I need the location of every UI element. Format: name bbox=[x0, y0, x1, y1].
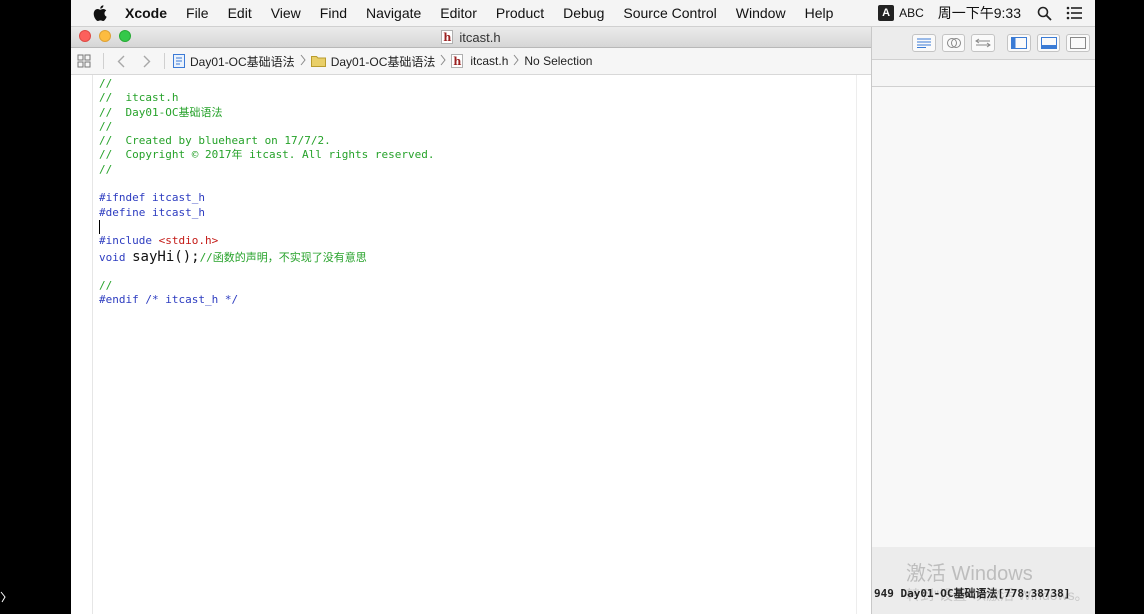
apple-icon[interactable] bbox=[91, 4, 109, 22]
menu-editor[interactable]: Editor bbox=[440, 5, 477, 21]
source-editor[interactable]: // // itcast.h // Day01-OC基础语法 // // Cre… bbox=[71, 75, 871, 614]
menu-source-control[interactable]: Source Control bbox=[623, 5, 716, 21]
related-items-icon[interactable] bbox=[77, 54, 91, 68]
jump-bar-divider bbox=[164, 53, 165, 69]
navigator-toggle-icon[interactable] bbox=[1007, 34, 1031, 52]
breadcrumb-group[interactable]: Day01-OC基础语法 bbox=[331, 53, 436, 70]
header-file-icon: h bbox=[451, 54, 464, 68]
code-line: #define itcast_h bbox=[99, 205, 205, 219]
menu-product[interactable]: Product bbox=[496, 5, 544, 21]
console-status-text: 949 Day01-OC基础语法[778:38738] bbox=[874, 587, 1071, 600]
utilities-toggle-icon[interactable] bbox=[1066, 34, 1091, 52]
code-line: // Day01-OC基础语法 bbox=[99, 105, 223, 119]
xcode-editor-window: h itcast.h Day01-OC基础语法 Day01-OC基础语法 h i… bbox=[71, 27, 871, 614]
include-header: <stdio.h> bbox=[158, 234, 219, 248]
breadcrumb-project[interactable]: Day01-OC基础语法 bbox=[190, 53, 295, 70]
menu-navigate[interactable]: Navigate bbox=[366, 5, 421, 21]
input-method-label[interactable]: ABC bbox=[899, 6, 924, 20]
function-declaration: sayHi(); bbox=[132, 248, 200, 265]
inline-comment: //函数的声明，不实现了没有意思 bbox=[199, 250, 367, 264]
menu-edit[interactable]: Edit bbox=[228, 5, 252, 21]
desktop: Xcode File Edit View Find Navigate Edito… bbox=[71, 0, 1095, 614]
menu-file[interactable]: File bbox=[186, 5, 209, 21]
code-line: void sayHi();//函数的声明，不实现了没有意思 bbox=[99, 249, 871, 265]
minimize-button[interactable] bbox=[99, 30, 111, 42]
close-button[interactable] bbox=[79, 30, 91, 42]
menu-window[interactable]: Window bbox=[736, 5, 786, 21]
menu-view[interactable]: View bbox=[271, 5, 301, 21]
code-line: // bbox=[99, 119, 113, 133]
resize-mark-icon bbox=[0, 591, 6, 603]
code-line: // bbox=[99, 162, 113, 176]
inspector-panel: 激活 Windows 转到"设置"以激活 Windows。 949 Day01-… bbox=[871, 27, 1095, 614]
menu-clock[interactable]: 周一下午9:33 bbox=[938, 3, 1021, 23]
notification-center-icon[interactable] bbox=[1065, 4, 1083, 22]
code-line: #include <stdio.h> bbox=[99, 234, 871, 248]
back-chevron-icon[interactable] bbox=[116, 54, 126, 68]
assistant-editor-icon[interactable] bbox=[941, 34, 966, 52]
standard-editor-icon[interactable] bbox=[912, 34, 936, 52]
code-line: // itcast.h bbox=[99, 91, 179, 105]
window-titlebar: h itcast.h bbox=[71, 27, 871, 48]
spotlight-search-icon[interactable] bbox=[1035, 4, 1053, 22]
breadcrumb-selection[interactable]: No Selection bbox=[524, 54, 592, 68]
code-line: #endif /* itcast_h */ bbox=[99, 293, 239, 307]
debug-area-toggle-icon[interactable] bbox=[1036, 34, 1061, 52]
code-line: // Created by blueheart on 17/7/2. bbox=[99, 134, 331, 148]
menu-help[interactable]: Help bbox=[805, 5, 834, 21]
breadcrumb-chevron-icon bbox=[513, 54, 520, 69]
menu-extras: A ABC 周一下午9:33 bbox=[878, 0, 1095, 26]
window-title: itcast.h bbox=[459, 29, 501, 45]
void-keyword: void bbox=[99, 250, 133, 264]
inspector-content bbox=[872, 87, 1095, 547]
activation-watermark: 激活 Windows bbox=[906, 563, 1033, 585]
code-area[interactable]: // // itcast.h // Day01-OC基础语法 // // Cre… bbox=[93, 75, 871, 614]
text-cursor bbox=[99, 219, 100, 234]
breadcrumb-chevron-icon bbox=[440, 54, 447, 69]
breadcrumb: Day01-OC基础语法 Day01-OC基础语法 h itcast.h No … bbox=[169, 53, 592, 70]
input-method-icon[interactable]: A bbox=[878, 5, 895, 21]
code-line: #ifndef itcast_h bbox=[99, 191, 205, 205]
zoom-button[interactable] bbox=[119, 30, 131, 42]
code-line: // bbox=[99, 77, 113, 90]
include-directive: #include bbox=[99, 234, 159, 248]
menu-app-xcode[interactable]: Xcode bbox=[125, 5, 167, 21]
breadcrumb-chevron-icon bbox=[300, 54, 306, 69]
toolbar-buttons bbox=[872, 27, 1095, 59]
code-line-cursor bbox=[99, 219, 871, 234]
menu-bar: Xcode File Edit View Find Navigate Edito… bbox=[71, 0, 1095, 27]
folder-icon bbox=[310, 55, 326, 67]
jump-bar: Day01-OC基础语法 Day01-OC基础语法 h itcast.h No … bbox=[71, 48, 871, 75]
version-editor-icon[interactable] bbox=[971, 34, 996, 52]
header-file-icon: h bbox=[441, 30, 454, 44]
menu-find[interactable]: Find bbox=[320, 5, 347, 21]
editor-scroll-area[interactable] bbox=[856, 75, 871, 614]
breadcrumb-file[interactable]: itcast.h bbox=[470, 54, 508, 68]
forward-chevron-icon[interactable] bbox=[142, 54, 152, 68]
inspector-tab-bar bbox=[872, 59, 1095, 87]
code-line: // Copyright © 2017年 itcast. All rights … bbox=[99, 148, 435, 162]
window-controls bbox=[79, 30, 139, 42]
project-icon bbox=[173, 54, 185, 68]
line-gutter bbox=[71, 75, 93, 614]
menu-debug[interactable]: Debug bbox=[563, 5, 604, 21]
jump-bar-divider bbox=[103, 53, 104, 69]
code-line: // bbox=[99, 278, 113, 292]
